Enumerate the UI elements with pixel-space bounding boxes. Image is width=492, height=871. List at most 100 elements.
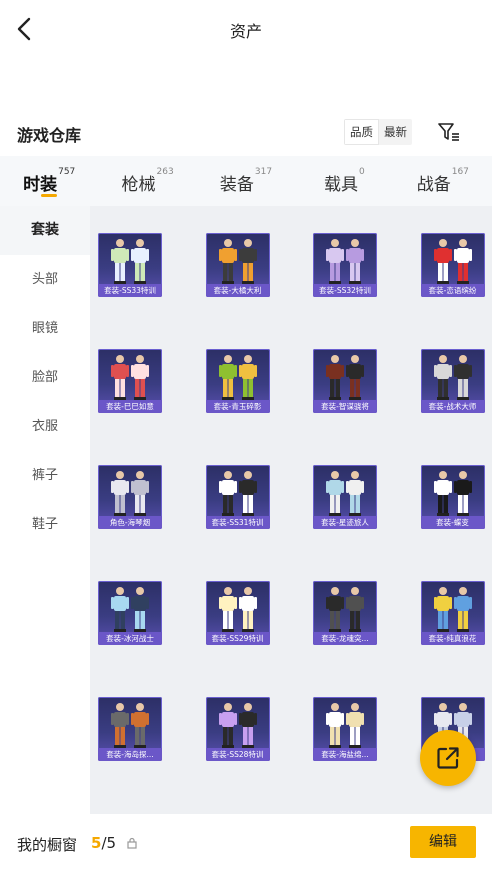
outfit-thumbnail <box>206 465 270 517</box>
outfit-thumbnail <box>421 349 485 401</box>
edit-button[interactable]: 编辑 <box>410 826 476 858</box>
outfit-thumbnail <box>206 349 270 401</box>
tab-count: 317 <box>254 167 273 177</box>
outfit-card[interactable]: 套装-龙魂突... <box>313 581 377 645</box>
closet-count: 5/5 <box>91 834 116 852</box>
share-button[interactable] <box>420 730 476 786</box>
outfit-thumbnail <box>206 697 270 749</box>
outfit-card[interactable]: 套装-大橘大利 <box>205 233 270 297</box>
outfit-thumbnail <box>206 233 270 285</box>
tab-count: 167 <box>451 167 469 177</box>
sidebar-item-pants[interactable]: 裤子 <box>0 451 90 500</box>
outfit-card[interactable]: 套装-海盐绵... <box>313 697 377 761</box>
outfit-label: 套装-SS29特训 <box>205 632 270 645</box>
outfit-label: 套装-青玉碎影 <box>205 400 270 413</box>
outfit-label: 套装-蝶变 <box>420 516 485 529</box>
outfit-thumbnail <box>313 697 377 749</box>
outfit-thumbnail <box>421 233 485 285</box>
sidebar-item-glasses[interactable]: 眼镜 <box>0 304 90 353</box>
outfit-thumbnail <box>421 465 485 517</box>
outfit-card[interactable]: 套装-海岛探... <box>98 697 162 761</box>
outfit-card[interactable]: 套装-冰河战士 <box>98 581 162 645</box>
tab-label: 枪械 <box>121 175 156 195</box>
tab-guns[interactable]: 枪械263 <box>98 156 196 206</box>
outfit-thumbnail <box>313 233 377 285</box>
outfit-label: 套装-SS28特训 <box>205 748 270 761</box>
sidebar-item-clothes[interactable]: 衣服 <box>0 402 90 451</box>
outfit-card[interactable]: 套装-SS32特训 <box>313 233 377 297</box>
outfit-thumbnail <box>313 349 377 401</box>
share-external-icon <box>437 747 459 769</box>
outfit-card[interactable]: 套装-恋语缤纷 <box>420 233 485 297</box>
outfit-label: 套装-SS33特训 <box>98 284 162 297</box>
outfit-thumbnail <box>98 581 162 633</box>
outfit-label: 套装-智谋骁将 <box>313 400 377 413</box>
closet-total: /5 <box>101 834 117 852</box>
outfit-thumbnail <box>98 349 162 401</box>
outfit-label: 套装-龙魂突... <box>313 632 377 645</box>
tab-battle-prep[interactable]: 战备167 <box>394 156 492 206</box>
top-bar: 资产 <box>0 0 492 58</box>
outfit-card[interactable]: 套装-战术大师 <box>420 349 485 413</box>
active-tab-indicator <box>41 194 58 197</box>
subcategory-sidebar: 套装 头部 眼镜 脸部 衣服 裤子 鞋子 <box>0 206 90 814</box>
tab-label: 装备 <box>219 175 254 195</box>
sidebar-item-shoes[interactable]: 鞋子 <box>0 500 90 549</box>
outfit-card[interactable]: 套装-SS31特训 <box>205 465 270 529</box>
outfit-label: 套装-巳巳如意 <box>98 400 162 413</box>
outfit-label: 套装-SS31特训 <box>205 516 270 529</box>
sidebar-item-head[interactable]: 头部 <box>0 255 90 304</box>
outfit-card[interactable]: 套装-星迹旅人 <box>313 465 377 529</box>
outfit-label: 套装-大橘大利 <box>205 284 270 297</box>
outfit-label: 套装-海盐绵... <box>313 748 377 761</box>
outfit-thumbnail <box>98 697 162 749</box>
tab-count: 757 <box>58 167 76 177</box>
outfit-thumbnail <box>206 581 270 633</box>
outfit-card[interactable]: 套装-SS29特训 <box>205 581 270 645</box>
closet-used: 5 <box>91 834 102 852</box>
tab-equipment[interactable]: 装备317 <box>197 156 295 206</box>
warehouse-header: 游戏仓库 品质 最新 <box>0 114 492 150</box>
tab-label: 载具 <box>324 175 359 195</box>
tab-fashion[interactable]: 时装757 <box>0 156 98 206</box>
outfit-card[interactable]: 套装-智谋骁将 <box>313 349 377 413</box>
bottom-bar: 我的橱窗 5/5 编辑 <box>0 814 492 871</box>
outfit-card[interactable]: 套装-青玉碎影 <box>205 349 270 413</box>
filter-button[interactable] <box>436 118 462 146</box>
outfit-thumbnail <box>98 465 162 517</box>
tab-label: 战备 <box>416 175 451 195</box>
outfit-label: 套装-冰河战士 <box>98 632 162 645</box>
outfit-thumbnail <box>313 465 377 517</box>
outfit-label: 套装-星迹旅人 <box>313 516 377 529</box>
sidebar-item-outfit[interactable]: 套装 <box>0 206 90 255</box>
outfit-card[interactable]: 角色-海琴烟 <box>98 465 162 529</box>
tab-count: 263 <box>156 167 174 177</box>
outfit-label: 套装-战术大师 <box>420 400 485 413</box>
tab-count: 0 <box>359 167 365 177</box>
outfit-card[interactable]: 套装-SS28特训 <box>205 697 270 761</box>
warehouse-title: 游戏仓库 <box>17 126 82 145</box>
item-grid-area[interactable]: 套装-SS33特训 套装-大橘大利 套装-SS32特训 套装-恋语缤纷 套装-巳巳如意套… <box>90 206 492 814</box>
sidebar-item-face[interactable]: 脸部 <box>0 353 90 402</box>
tab-vehicles[interactable]: 载具0 <box>295 156 393 206</box>
outfit-thumbnail <box>421 581 485 633</box>
outfit-card[interactable]: 套装-蝶变 <box>420 465 485 529</box>
outfit-card[interactable]: 套装-SS33特训 <box>98 233 162 297</box>
sort-newest-option[interactable]: 最新 <box>379 119 412 145</box>
outfit-card[interactable]: 套装-巳巳如意 <box>98 349 162 413</box>
outfit-label: 套装-海岛探... <box>98 748 162 761</box>
filter-icon <box>438 123 459 141</box>
outfit-label: 套装-纯真浪花 <box>420 632 485 645</box>
lock-icon <box>127 837 137 849</box>
outfit-label: 套装-SS32特训 <box>313 284 377 297</box>
item-grid: 套装-SS33特训 套装-大橘大利 套装-SS32特训 套装-恋语缤纷 套装-巳巳如意套… <box>98 233 485 761</box>
outfit-label: 角色-海琴烟 <box>98 516 162 529</box>
outfit-card[interactable]: 套装-纯真浪花 <box>420 581 485 645</box>
tab-label: 时装 <box>23 175 58 195</box>
sort-toggle: 品质 最新 <box>344 119 412 145</box>
outfit-thumbnail <box>98 233 162 285</box>
category-tabs: 时装757 枪械263 装备317 载具0 战备167 <box>0 156 492 206</box>
sort-quality-option[interactable]: 品质 <box>344 119 379 145</box>
closet-label: 我的橱窗 <box>17 836 78 854</box>
page-title: 资产 <box>229 22 262 41</box>
